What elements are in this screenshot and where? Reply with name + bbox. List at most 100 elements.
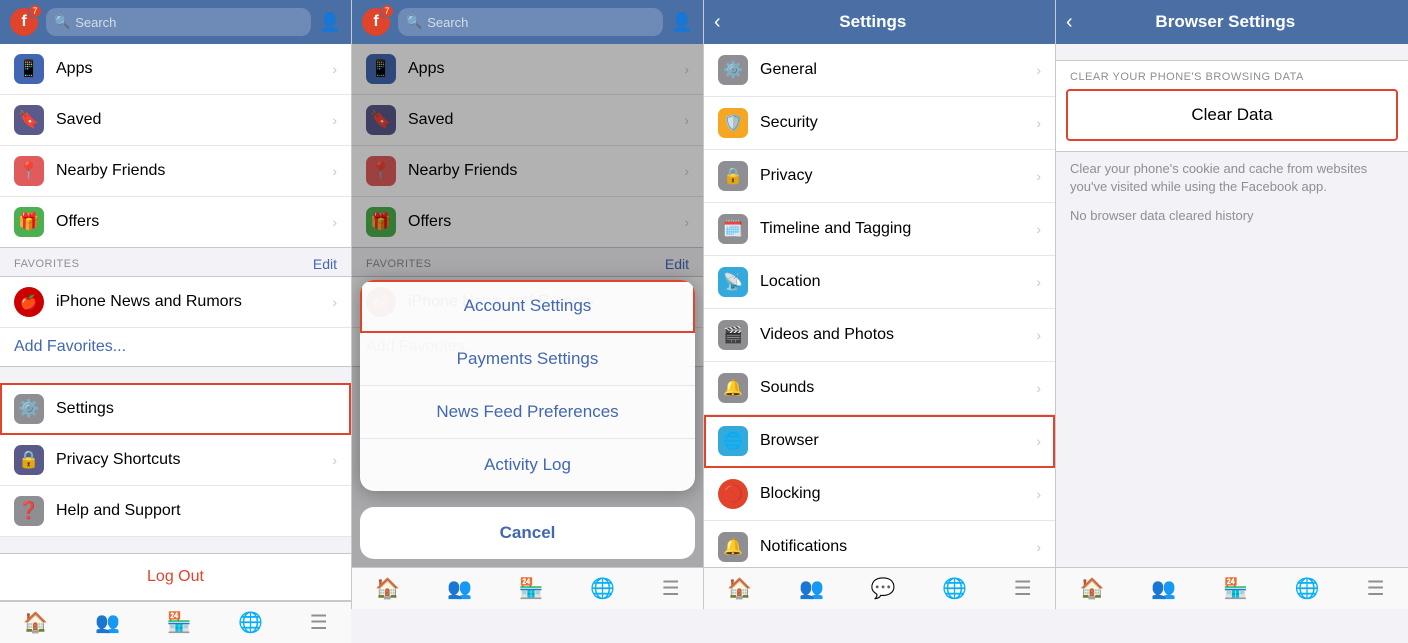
friend-request-icon-2[interactable]: 👤 xyxy=(671,12,693,33)
chevron-icon: › xyxy=(1036,327,1041,343)
p2-tab-marketplace[interactable]: 🏪 xyxy=(519,576,544,601)
panel3-header: ‹ Settings xyxy=(704,0,1055,44)
menu-item-saved[interactable]: 🔖 Saved › xyxy=(0,95,351,146)
settings-sounds[interactable]: 🔔 Sounds › xyxy=(704,362,1055,415)
chevron-icon: › xyxy=(1036,274,1041,290)
location-icon: 📡 xyxy=(718,267,748,297)
p2-tab-menu[interactable]: ☰ xyxy=(662,576,680,601)
panel3-tab-bar: 🏠 👥 💬 🌐 ☰ xyxy=(704,567,1055,609)
p2-tab-globe[interactable]: 🌐 xyxy=(590,576,615,601)
favorites-item-iphone-news[interactable]: 🍎 iPhone News and Rumors › xyxy=(0,277,351,328)
chevron-icon: › xyxy=(1036,380,1041,396)
bottom-items: ⚙️ Settings 🔒 Privacy Shortcuts › ❓ Help… xyxy=(0,383,351,537)
panel-2: f 7 🔍 Search 👤 📱 Apps › 🔖 Saved › xyxy=(352,0,704,609)
p4-tab-home[interactable]: 🏠 xyxy=(1079,576,1104,601)
favorites-item-label: iPhone News and Rumors xyxy=(56,293,320,311)
apps-icon: 📱 xyxy=(14,54,44,84)
activity-log-button[interactable]: Activity Log xyxy=(360,439,695,491)
chevron-icon: › xyxy=(1036,433,1041,449)
p4-tab-globe[interactable]: 🌐 xyxy=(1295,576,1320,601)
search-icon-2: 🔍 xyxy=(406,14,422,30)
general-icon: ⚙️ xyxy=(718,55,748,85)
search-bar[interactable]: 🔍 Search xyxy=(46,8,311,36)
chevron-icon: › xyxy=(332,294,337,310)
settings-timeline[interactable]: 🗓️ Timeline and Tagging › xyxy=(704,203,1055,256)
p3-tab-friends[interactable]: 👥 xyxy=(799,576,824,601)
payments-settings-button[interactable]: Payments Settings xyxy=(360,333,695,386)
cancel-button[interactable]: Cancel xyxy=(360,507,695,559)
p4-tab-marketplace[interactable]: 🏪 xyxy=(1223,576,1248,601)
fb-logo-badge: f 7 xyxy=(10,8,38,36)
privacy-settings-label: Privacy xyxy=(760,167,1024,185)
settings-videos[interactable]: 🎬 Videos and Photos › xyxy=(704,309,1055,362)
settings-item[interactable]: ⚙️ Settings xyxy=(0,383,351,435)
panel-3: ‹ Settings ⚙️ General › 🛡️ Security › 🔒 … xyxy=(704,0,1056,609)
back-button[interactable]: ‹ xyxy=(714,11,721,34)
blocking-label: Blocking xyxy=(760,485,1024,503)
p3-tab-globe[interactable]: 🌐 xyxy=(942,576,967,601)
tab-home[interactable]: 🏠 xyxy=(23,610,48,635)
menu-item-apps[interactable]: 📱 Apps › xyxy=(0,44,351,95)
saved-label: Saved xyxy=(56,111,320,129)
settings-notifications[interactable]: 🔔 Notifications › xyxy=(704,521,1055,567)
search-placeholder-2: Search xyxy=(427,15,468,30)
privacy-shortcuts-item[interactable]: 🔒 Privacy Shortcuts › xyxy=(0,435,351,486)
settings-blocking[interactable]: 🚫 Blocking › xyxy=(704,468,1055,521)
logout-button[interactable]: Log Out xyxy=(0,553,351,601)
panel-4: ‹ Browser Settings CLEAR YOUR PHONE'S BR… xyxy=(1056,0,1408,609)
settings-general[interactable]: ⚙️ General › xyxy=(704,44,1055,97)
p2-tab-home[interactable]: 🏠 xyxy=(375,576,400,601)
chevron-icon: › xyxy=(332,163,337,179)
browser-icon: 🌐 xyxy=(718,426,748,456)
apps-label: Apps xyxy=(56,60,320,78)
p4-tab-friends[interactable]: 👥 xyxy=(1151,576,1176,601)
panel4-header: ‹ Browser Settings xyxy=(1056,0,1408,44)
privacy-icon: 🔒 xyxy=(14,445,44,475)
fb-logo-text: f xyxy=(21,13,26,31)
fb-logo-badge-2: f 7 xyxy=(362,8,390,36)
settings-list: ⚙️ General › 🛡️ Security › 🔒 Privacy › 🗓… xyxy=(704,44,1055,567)
search-bar-2[interactable]: 🔍 Search xyxy=(398,8,663,36)
p3-tab-messenger[interactable]: 💬 xyxy=(871,576,896,601)
p4-tab-menu[interactable]: ☰ xyxy=(1367,576,1385,601)
timeline-label: Timeline and Tagging xyxy=(760,220,1024,238)
tab-marketplace[interactable]: 🏪 xyxy=(167,610,192,635)
settings-title: Settings xyxy=(721,12,1025,32)
friend-request-icon[interactable]: 👤 xyxy=(319,12,341,33)
nearby-friends-icon: 📍 xyxy=(14,156,44,186)
chevron-icon: › xyxy=(332,112,337,128)
add-favorites-button[interactable]: Add Favorites... xyxy=(0,328,351,366)
settings-security[interactable]: 🛡️ Security › xyxy=(704,97,1055,150)
settings-browser[interactable]: 🌐 Browser › xyxy=(704,415,1055,468)
chevron-icon: › xyxy=(332,61,337,77)
chevron-icon: › xyxy=(1036,539,1041,555)
search-icon: 🔍 xyxy=(54,14,70,30)
p2-tab-friends[interactable]: 👥 xyxy=(447,576,472,601)
clear-data-button[interactable]: Clear Data xyxy=(1066,89,1398,141)
p3-tab-menu[interactable]: ☰ xyxy=(1014,576,1032,601)
settings-privacy[interactable]: 🔒 Privacy › xyxy=(704,150,1055,203)
tab-friends[interactable]: 👥 xyxy=(95,610,120,635)
menu-item-offers[interactable]: 🎁 Offers › xyxy=(0,197,351,247)
edit-button[interactable]: Edit xyxy=(313,256,337,272)
p4-back-button[interactable]: ‹ xyxy=(1066,11,1073,34)
notifications-icon: 🔔 xyxy=(718,532,748,562)
panel2-header: f 7 🔍 Search 👤 xyxy=(352,0,703,44)
p3-tab-home[interactable]: 🏠 xyxy=(727,576,752,601)
favorites-avatar: 🍎 xyxy=(14,287,44,317)
settings-location[interactable]: 📡 Location › xyxy=(704,256,1055,309)
chevron-icon: › xyxy=(1036,62,1041,78)
help-support-item[interactable]: ❓ Help and Support xyxy=(0,486,351,537)
tab-globe[interactable]: 🌐 xyxy=(238,610,263,635)
menu-item-nearby-friends[interactable]: 📍 Nearby Friends › xyxy=(0,146,351,197)
browser-settings-title: Browser Settings xyxy=(1073,12,1378,32)
chevron-icon: › xyxy=(1036,486,1041,502)
tab-menu[interactable]: ☰ xyxy=(310,610,328,635)
saved-icon: 🔖 xyxy=(14,105,44,135)
sounds-icon: 🔔 xyxy=(718,373,748,403)
security-icon: 🛡️ xyxy=(718,108,748,138)
videos-icon: 🎬 xyxy=(718,320,748,350)
news-feed-prefs-button[interactable]: News Feed Preferences xyxy=(360,386,695,439)
nearby-friends-label: Nearby Friends xyxy=(56,162,320,180)
account-settings-button[interactable]: Account Settings xyxy=(360,280,695,333)
